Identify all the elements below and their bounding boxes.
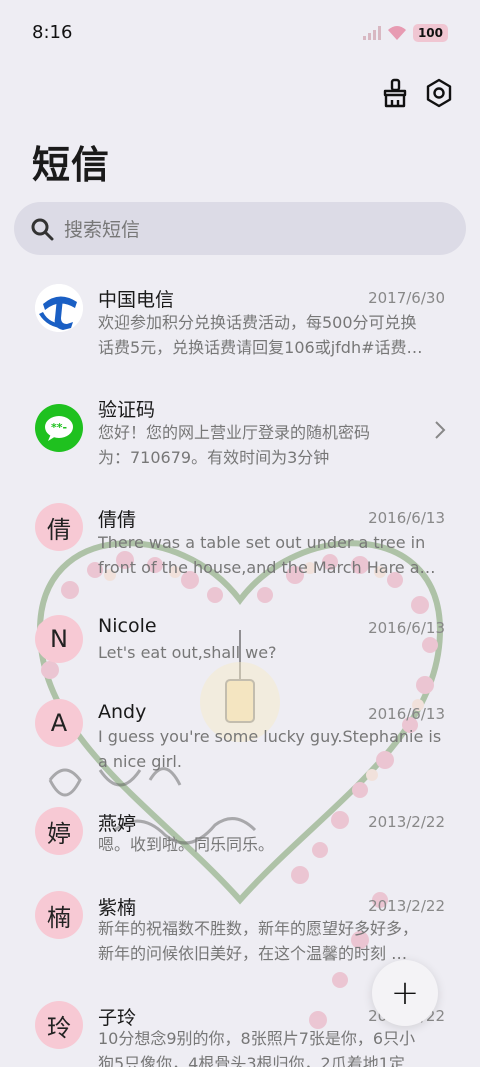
message-preview: 10分想念9别的你，8张照片7张是你，6只小 狗5只像你，4根骨头3根归你，2爪… (98, 1026, 445, 1067)
preview-line: There was a table set out under a tree i… (98, 533, 426, 552)
message-preview: 新年的祝福数不胜数，新年的愿望好多好多， 新年的问候依旧美好，在这个温馨的时刻 … (98, 916, 445, 966)
search-placeholder: 搜索短信 (64, 219, 141, 241)
preview-line: a nice girl. (98, 752, 182, 771)
conversation-item[interactable]: A Andy 2016/6/13 I guess you're some luc… (0, 686, 480, 796)
avatar: 倩 (35, 503, 83, 551)
status-icons: 100 (362, 24, 448, 42)
search-icon (31, 218, 54, 240)
top-actions (380, 78, 454, 108)
message-date: 2016/6/13 (368, 509, 445, 527)
avatar: 楠 (35, 891, 83, 939)
contact-name: 中国电信 (98, 289, 175, 311)
message-bubble-icon: **- (35, 404, 83, 452)
search-bar[interactable]: 搜索短信 (14, 202, 466, 255)
contact-name: 验证码 (98, 399, 156, 421)
preview-line: front of the house,and the March Hare an… (98, 558, 445, 577)
clean-broom-icon[interactable] (380, 78, 410, 108)
svg-text:**-: **- (51, 421, 67, 434)
message-preview: 欢迎参加积分兑换话费活动，每500分可兑换 话费5元，兑换话费请回复106或jf… (98, 310, 445, 360)
message-preview: 您好！您的网上营业厅登录的随机密码 为：710679。有效时间为3分钟 (98, 420, 398, 470)
preview-line: 嗯。收到啦。同乐同乐。 (98, 835, 275, 854)
message-preview: 嗯。收到啦。同乐同乐。 (98, 832, 445, 857)
message-preview: There was a table set out under a tree i… (98, 530, 445, 580)
message-date: 2013/2/22 (368, 897, 445, 915)
message-preview: I guess you're some lucky guy.Stephanie … (98, 724, 445, 774)
message-date: 2016/6/13 (368, 705, 445, 723)
chevron-right-icon (435, 421, 446, 439)
avatar: A (35, 699, 83, 747)
settings-gear-icon[interactable] (424, 78, 454, 108)
preview-line: 为：710679。有效时间为3分钟 (98, 448, 330, 467)
avatar: N (35, 615, 83, 663)
preview-line: 10分想念9别的你，8张照片7张是你，6只小 (98, 1029, 416, 1048)
message-date: 2016/6/13 (368, 619, 445, 637)
conversation-item[interactable]: 倩 倩倩 2016/6/13 There was a table set out… (0, 490, 480, 600)
message-preview: Let's eat out,shall we? (98, 640, 445, 665)
conversation-item[interactable]: N Nicole 2016/6/13 Let's eat out,shall w… (0, 600, 480, 686)
preview-line: 您好！您的网上营业厅登录的随机密码 (98, 423, 371, 442)
battery-indicator: 100 (412, 24, 448, 42)
conversation-item[interactable]: 中国电信 2017/6/30 欢迎参加积分兑换话费活动，每500分可兑换 话费5… (0, 270, 480, 380)
cellular-signal-icon (362, 26, 381, 40)
plus-icon: + (390, 973, 420, 1013)
avatar: 玲 (35, 1001, 83, 1049)
preview-line: 欢迎参加积分兑换话费活动，每500分可兑换 (98, 313, 417, 332)
status-bar: 8:16 100 (0, 0, 480, 68)
contact-name: 倩倩 (98, 509, 137, 531)
preview-line: Let's eat out,shall we? (98, 643, 277, 662)
contact-name: Andy (98, 701, 147, 723)
preview-line: 话费5元，兑换话费请回复106或jfdh#话费… (98, 338, 423, 357)
conversation-item[interactable]: 婷 燕婷 2013/2/22 嗯。收到啦。同乐同乐。 (0, 796, 480, 880)
page-title: 短信 (32, 143, 111, 187)
telecom-logo-icon (35, 284, 83, 332)
preview-line: 新年的祝福数不胜数，新年的愿望好多好多， (98, 919, 419, 938)
preview-line: I guess you're some lucky guy.Stephanie … (98, 727, 442, 746)
wifi-icon (387, 26, 406, 40)
message-date: 2017/6/30 (368, 289, 445, 307)
message-date: 2013/2/22 (368, 813, 445, 831)
new-message-button[interactable]: + (372, 960, 438, 1026)
status-time: 8:16 (32, 22, 73, 43)
preview-line: 狗5只像你，4根骨头3根归你，2爪着地1定 (98, 1054, 405, 1067)
avatar: 婷 (35, 807, 83, 855)
conversation-item[interactable]: **- 验证码 您好！您的网上营业厅登录的随机密码 为：710679。有效时间为… (0, 380, 480, 490)
contact-name: Nicole (98, 615, 157, 637)
